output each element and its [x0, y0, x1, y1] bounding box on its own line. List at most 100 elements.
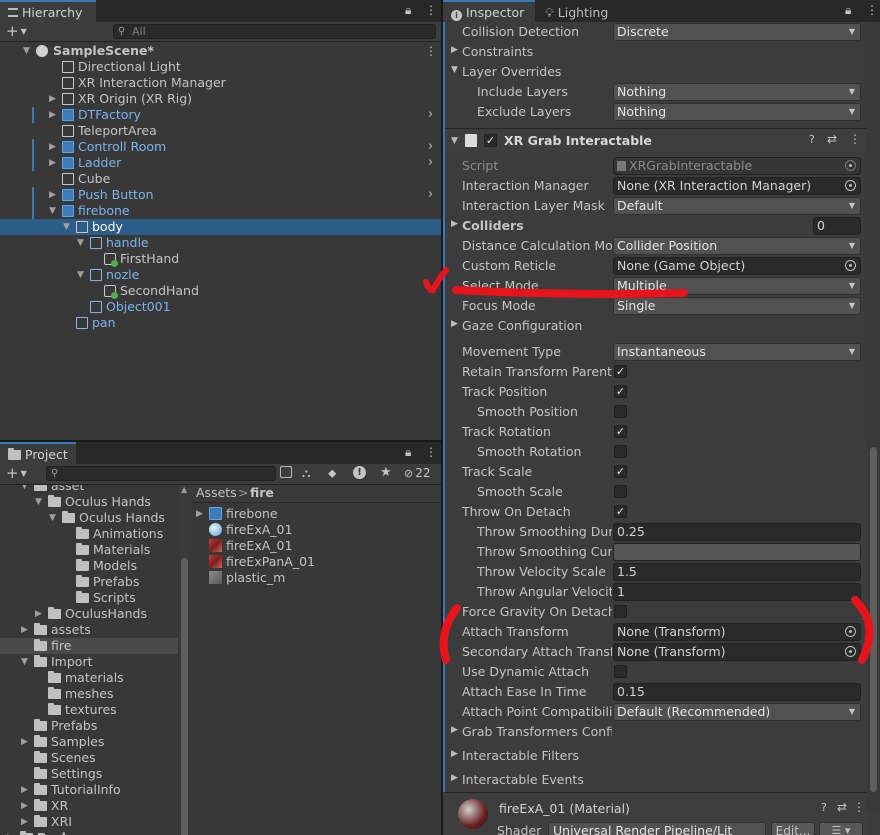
- dropdown-field[interactable]: Instantaneous: [613, 343, 861, 361]
- checkbox[interactable]: ✓: [614, 505, 627, 518]
- inspector-scrollbar[interactable]: [867, 22, 880, 812]
- fold-open-arrow-icon[interactable]: ▼: [23, 46, 30, 56]
- asset-item[interactable]: fireExPanA_01: [209, 554, 315, 570]
- project-folder-item[interactable]: Prefabs: [34, 718, 97, 734]
- number-field[interactable]: 0.15: [613, 683, 861, 701]
- tab-hierarchy[interactable]: Hierarchy: [0, 0, 96, 22]
- checkbox[interactable]: ✓: [614, 425, 627, 438]
- project-folder-item[interactable]: Scenes: [34, 750, 96, 766]
- fold-closed-arrow-icon[interactable]: ▶: [21, 785, 28, 795]
- lock-icon[interactable]: 🔒︎: [405, 3, 411, 18]
- material-header[interactable]: fireExA_01 (Material)? ⇄ ⋮ Shader Universal …: [445, 794, 867, 835]
- presets-icon[interactable]: ⇄: [827, 132, 837, 146]
- asset-item[interactable]: fireExA_01: [209, 538, 292, 554]
- project-folder-item[interactable]: Packages: [20, 830, 103, 835]
- scrollbar-thumb[interactable]: [181, 558, 188, 835]
- project-folder-item[interactable]: Samples: [34, 734, 104, 750]
- object-picker-icon[interactable]: [845, 646, 856, 657]
- enable-checkbox[interactable]: ✓: [484, 134, 497, 147]
- project-folder-item[interactable]: Materials: [76, 542, 150, 558]
- project-folder-item[interactable]: Oculus Hands: [48, 494, 151, 510]
- checkbox[interactable]: [614, 665, 627, 678]
- project-folder-item[interactable]: assets: [34, 622, 91, 638]
- object-field[interactable]: None (Transform): [613, 643, 861, 661]
- hierarchy-item[interactable]: Controll Room: [62, 139, 166, 155]
- fold-closed-arrow-icon[interactable]: ▶: [49, 142, 56, 152]
- lock-icon[interactable]: 🔒︎: [405, 445, 411, 460]
- hierarchy-item[interactable]: SecondHand: [104, 283, 199, 299]
- kebab-menu-icon[interactable]: ⋮: [425, 43, 437, 59]
- fold-open-arrow-icon[interactable]: ▼: [77, 270, 84, 280]
- hierarchy-item[interactable]: XR Interaction Manager: [62, 75, 226, 91]
- checkbox[interactable]: ✓: [614, 385, 627, 398]
- fold-closed-arrow-icon[interactable]: ▶: [21, 817, 28, 827]
- hierarchy-item[interactable]: XR Origin (XR Rig): [62, 91, 192, 107]
- help-icon[interactable]: ?: [809, 133, 815, 146]
- project-folder-item[interactable]: XRI: [34, 814, 72, 830]
- project-folder-item[interactable]: textures: [48, 702, 117, 718]
- dropdown-field[interactable]: Multiple: [613, 277, 861, 295]
- project-folder-item[interactable]: meshes: [48, 686, 114, 702]
- hierarchy-search-input[interactable]: ⚲ All: [113, 24, 436, 39]
- help-icon[interactable]: ?: [821, 801, 827, 814]
- chevron-right-icon[interactable]: ›: [428, 139, 433, 155]
- add-button[interactable]: + ▼: [6, 22, 27, 41]
- breadcrumb-root[interactable]: Assets: [196, 485, 237, 501]
- warning-filter-icon[interactable]: !: [353, 466, 366, 479]
- hierarchy-item[interactable]: body: [76, 219, 123, 235]
- hierarchy-item[interactable]: pan: [76, 315, 116, 331]
- hierarchy-item[interactable]: SampleScene*: [36, 43, 154, 59]
- scrollbar-thumb[interactable]: [870, 447, 877, 792]
- hierarchy-item[interactable]: Object001: [90, 299, 171, 315]
- project-folder-item[interactable]: Import: [34, 654, 93, 670]
- kebab-menu-icon[interactable]: ⋮: [425, 445, 437, 459]
- object-field[interactable]: None (Transform): [613, 623, 861, 641]
- fold-open-arrow-icon[interactable]: ▼: [451, 136, 458, 146]
- kebab-menu-icon[interactable]: ⋮: [425, 3, 437, 17]
- favorite-star-icon[interactable]: ★: [380, 465, 392, 480]
- project-folder-item[interactable]: materials: [48, 670, 124, 686]
- fold-open-arrow-icon[interactable]: ▼: [35, 497, 42, 507]
- checkbox[interactable]: [614, 485, 627, 498]
- fold-closed-arrow-icon[interactable]: ▶: [196, 509, 203, 519]
- asset-item[interactable]: plastic_m: [209, 570, 285, 586]
- fold-closed-arrow-icon[interactable]: ▶: [21, 801, 28, 811]
- project-folder-item[interactable]: OculusHands: [48, 606, 147, 622]
- number-field[interactable]: 1: [613, 583, 861, 601]
- project-tree-scrollbar[interactable]: ▲: [179, 485, 191, 835]
- fold-open-arrow-icon[interactable]: ▼: [451, 65, 458, 75]
- dropdown-field[interactable]: Discrete: [613, 23, 861, 41]
- fold-closed-arrow-icon[interactable]: ▶: [49, 190, 56, 200]
- hierarchy-item[interactable]: nozle: [90, 267, 139, 283]
- hierarchy-item[interactable]: Ladder: [62, 155, 121, 171]
- curve-field[interactable]: [613, 543, 861, 561]
- dropdown-field[interactable]: Nothing: [613, 103, 861, 121]
- hierarchy-item[interactable]: Directional Light: [62, 59, 181, 75]
- scroll-up-arrow-icon[interactable]: ▲: [181, 485, 187, 494]
- object-picker-icon[interactable]: [845, 626, 856, 637]
- fold-open-arrow-icon[interactable]: ▼: [21, 485, 28, 491]
- hierarchy-item[interactable]: TeleportArea: [62, 123, 157, 139]
- search-by-label-icon[interactable]: ⛬: [302, 466, 310, 481]
- checkbox[interactable]: ✓: [614, 465, 627, 478]
- object-field[interactable]: None (Game Object): [613, 257, 861, 275]
- number-field[interactable]: 0.25: [613, 523, 861, 541]
- project-folder-item[interactable]: asset: [34, 485, 84, 494]
- kebab-menu-icon[interactable]: ⋮: [849, 132, 861, 146]
- fold-open-arrow-icon[interactable]: ▼: [49, 206, 56, 216]
- project-folder-item[interactable]: XR: [34, 798, 68, 814]
- fold-closed-arrow-icon[interactable]: ▶: [451, 749, 458, 759]
- fold-closed-arrow-icon[interactable]: ▶: [451, 319, 458, 329]
- label-tag-icon[interactable]: ⬥: [328, 466, 336, 481]
- fold-closed-arrow-icon[interactable]: ▶: [21, 625, 28, 635]
- tab-project[interactable]: Project: [0, 442, 76, 464]
- dropdown-field[interactable]: Default (Recommended): [613, 703, 861, 721]
- dropdown-field[interactable]: Single: [613, 297, 861, 315]
- component-header[interactable]: ▼ ✓ XR Grab Interactable? ⇄ ⋮: [445, 130, 867, 152]
- search-by-type-icon[interactable]: [280, 466, 292, 478]
- property-label[interactable]: Gaze Configuration: [462, 318, 612, 333]
- object-picker-icon[interactable]: [845, 260, 856, 271]
- project-folder-item[interactable]: Scripts: [76, 590, 136, 606]
- fold-closed-arrow-icon[interactable]: ▶: [21, 737, 28, 747]
- breadcrumb-current[interactable]: fire: [250, 485, 274, 501]
